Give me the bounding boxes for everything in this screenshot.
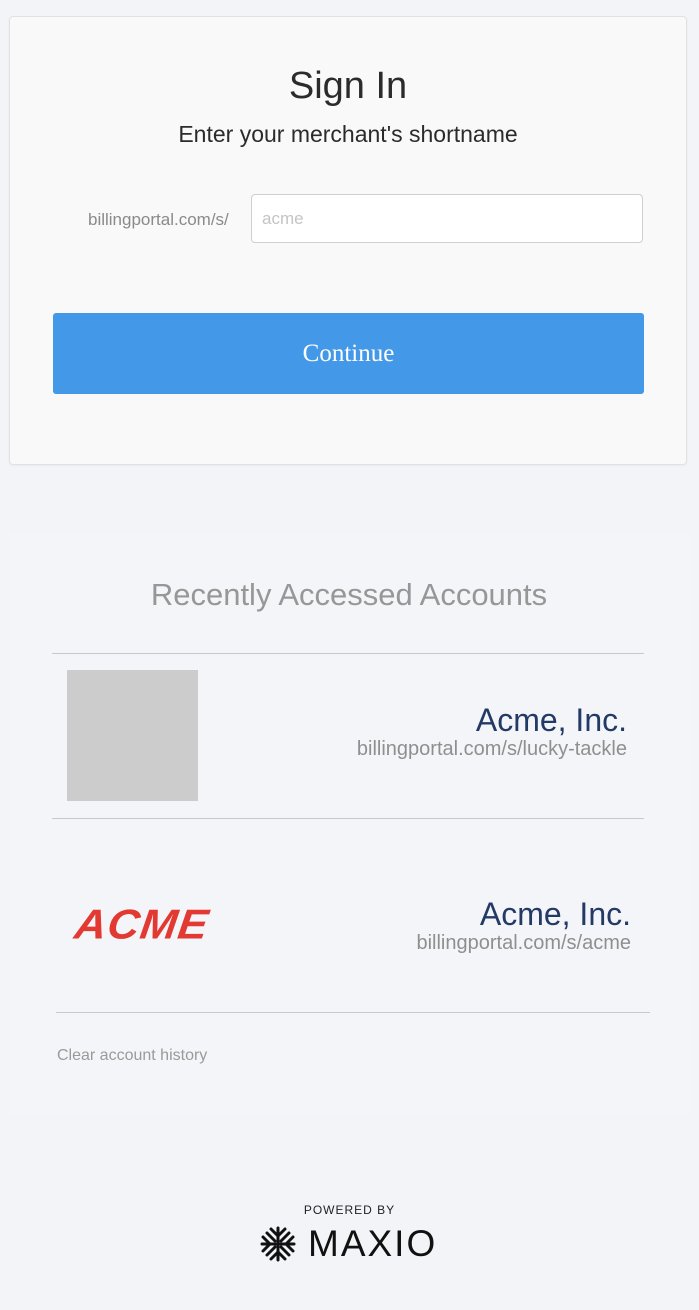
powered-by-label: POWERED BY: [303, 1203, 396, 1217]
continue-button[interactable]: Continue: [53, 313, 644, 394]
brand-name: MAXIO: [308, 1223, 438, 1264]
account-url: billingportal.com/s/acme: [416, 932, 631, 954]
sign-in-subtitle: Enter your merchant's shortname: [178, 121, 518, 147]
url-prefix-label: billingportal.com/s/: [88, 210, 229, 229]
account-url: billingportal.com/s/lucky-tackle: [356, 738, 627, 760]
account-name: Acme, Inc.: [479, 896, 631, 932]
page-title: Sign In: [288, 65, 408, 107]
recent-accounts-title: Recently Accessed Accounts: [150, 577, 548, 612]
maxio-logo-icon: [260, 1226, 296, 1262]
shortname-input[interactable]: [251, 194, 643, 243]
acme-logo: ACME: [71, 901, 212, 948]
account-logo-placeholder: [67, 670, 198, 801]
account-item-lucky-tackle[interactable]: Acme, Inc. billingportal.com/s/lucky-tac…: [52, 654, 644, 818]
clear-history-link[interactable]: Clear account history: [57, 1047, 207, 1065]
divider: [52, 818, 644, 819]
sign-in-card: Sign In Enter your merchant's shortname …: [9, 16, 687, 465]
account-item-acme[interactable]: ACME Acme, Inc. billingportal.com/s/acme: [56, 848, 648, 1012]
recent-accounts-panel: Recently Accessed Accounts Acme, Inc. bi…: [9, 532, 689, 1116]
divider: [56, 1012, 650, 1013]
maxio-brand[interactable]: MAXIO: [258, 1223, 438, 1264]
account-name: Acme, Inc.: [475, 702, 627, 738]
